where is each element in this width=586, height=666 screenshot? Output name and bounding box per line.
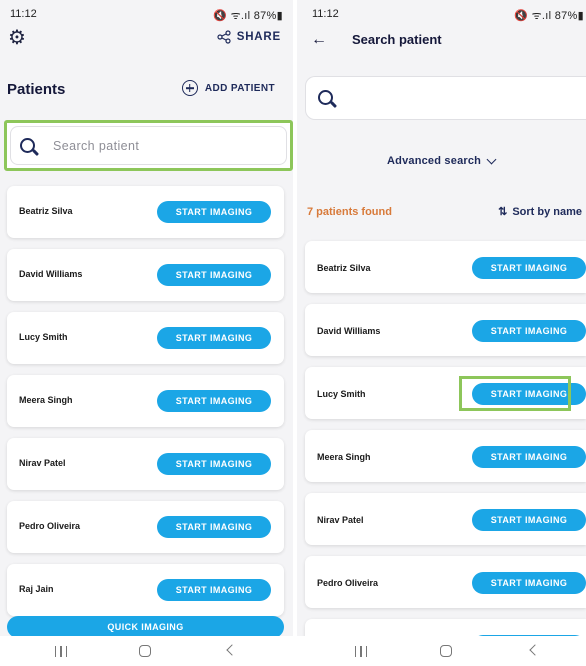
start-imaging-button[interactable]: START IMAGING: [472, 572, 586, 594]
list-item[interactable]: Lucy Smith START IMAGING: [7, 312, 284, 364]
status-time: 11:12: [10, 8, 37, 20]
start-imaging-button[interactable]: START IMAGING: [472, 509, 586, 531]
home-icon[interactable]: [139, 645, 151, 657]
results-count: 7 patients found: [307, 206, 392, 218]
highlight-outline: [459, 376, 571, 411]
arrow-left-icon[interactable]: ←: [311, 32, 327, 48]
status-bar: 11:12 🔇 ᯤ.ıl 87%▮: [0, 0, 293, 26]
system-nav-bar: [0, 636, 293, 666]
list-item[interactable]: Meera Singh START IMAGING: [305, 430, 586, 482]
patients-screen: 11:12 🔇 ᯤ.ıl 87%▮ ⚙ SHARE Patients ADD P…: [0, 0, 293, 666]
start-imaging-button[interactable]: START IMAGING: [472, 446, 586, 468]
back-icon[interactable]: [226, 644, 238, 656]
list-item[interactable]: David Williams START IMAGING: [7, 249, 284, 301]
search-input[interactable]: [53, 138, 253, 153]
patient-name: Pedro Oliveira: [19, 521, 81, 531]
patient-name: Nirav Patel: [317, 515, 364, 525]
add-patient-label: ADD PATIENT: [204, 82, 275, 94]
add-patient-button[interactable]: ADD PATIENT: [181, 80, 275, 96]
list-item[interactable]: David Williams START IMAGING: [305, 304, 586, 356]
start-imaging-button[interactable]: START IMAGING: [157, 390, 271, 412]
list-item[interactable]: Meera Singh START IMAGING: [7, 375, 284, 427]
share-label: SHARE: [236, 31, 281, 43]
list-item[interactable]: Pedro Oliveira START IMAGING: [305, 556, 586, 608]
start-imaging-button[interactable]: START IMAGING: [157, 201, 271, 223]
advanced-search-label: Advanced search: [387, 155, 482, 167]
search-icon: [20, 138, 35, 153]
system-nav-bar: [297, 636, 586, 666]
start-imaging-button[interactable]: START IMAGING: [157, 516, 271, 538]
recent-apps-icon[interactable]: [55, 646, 68, 657]
start-imaging-button[interactable]: START IMAGING: [472, 320, 586, 342]
recent-apps-icon[interactable]: [355, 646, 368, 657]
list-item[interactable]: Beatriz Silva START IMAGING: [305, 241, 586, 293]
patient-name: Nirav Patel: [19, 458, 66, 468]
sort-label: Sort by name: [512, 205, 582, 218]
page-title: Search patient: [352, 32, 442, 47]
plus-circle-icon: [181, 80, 198, 96]
list-item[interactable]: Nirav Patel START IMAGING: [305, 493, 586, 545]
sort-icon: ⇅: [498, 206, 507, 218]
page-title: Patients: [7, 81, 66, 98]
start-imaging-button[interactable]: START IMAGING: [472, 257, 586, 279]
patient-name: Pedro Oliveira: [317, 578, 379, 588]
back-icon[interactable]: [529, 644, 541, 656]
home-icon[interactable]: [440, 645, 452, 657]
search-box: [4, 120, 293, 171]
patient-name: Beatriz Silva: [19, 206, 73, 216]
patient-name: Meera Singh: [19, 395, 73, 405]
start-imaging-button[interactable]: START IMAGING: [157, 453, 271, 475]
patient-name: Lucy Smith: [19, 332, 68, 342]
chevron-down-icon: [486, 154, 497, 164]
start-imaging-button[interactable]: START IMAGING: [157, 264, 271, 286]
list-item[interactable]: Raj Jain START IMAGING: [7, 564, 284, 616]
status-bar: 11:12 🔇 ᯤ.ıl 87%▮: [297, 0, 586, 26]
sort-button[interactable]: ⇅ Sort by name: [498, 205, 582, 219]
share-icon: [217, 30, 231, 44]
start-imaging-button[interactable]: START IMAGING: [157, 327, 271, 349]
share-button[interactable]: SHARE: [217, 30, 281, 44]
patient-name: David Williams: [19, 269, 83, 279]
status-icons: 🔇 ᯤ.ıl 87%▮: [514, 10, 584, 22]
patient-name: David Williams: [317, 326, 381, 336]
patient-name: Beatriz Silva: [317, 263, 371, 273]
status-time: 11:12: [312, 8, 339, 20]
top-bar: ⚙ SHARE: [0, 26, 293, 54]
search-patient-screen: 11:12 🔇 ᯤ.ıl 87%▮ ← Search patient Advan…: [297, 0, 586, 666]
list-item[interactable]: Beatriz Silva START IMAGING: [7, 186, 284, 238]
list-item[interactable]: Pedro Oliveira START IMAGING: [7, 501, 284, 553]
advanced-search-toggle[interactable]: Advanced search: [387, 154, 497, 167]
gear-icon[interactable]: ⚙: [8, 28, 26, 48]
status-icons: 🔇 ᯤ.ıl 87%▮: [213, 10, 283, 22]
start-imaging-button[interactable]: START IMAGING: [157, 579, 271, 601]
quick-imaging-button[interactable]: QUICK IMAGING: [7, 616, 284, 638]
patient-name: Raj Jain: [19, 584, 54, 594]
search-icon: [318, 90, 333, 105]
patient-name: Meera Singh: [317, 452, 371, 462]
patient-name: Lucy Smith: [317, 389, 366, 399]
list-item[interactable]: Nirav Patel START IMAGING: [7, 438, 284, 490]
search-field[interactable]: [10, 126, 287, 165]
search-input[interactable]: [305, 76, 586, 120]
